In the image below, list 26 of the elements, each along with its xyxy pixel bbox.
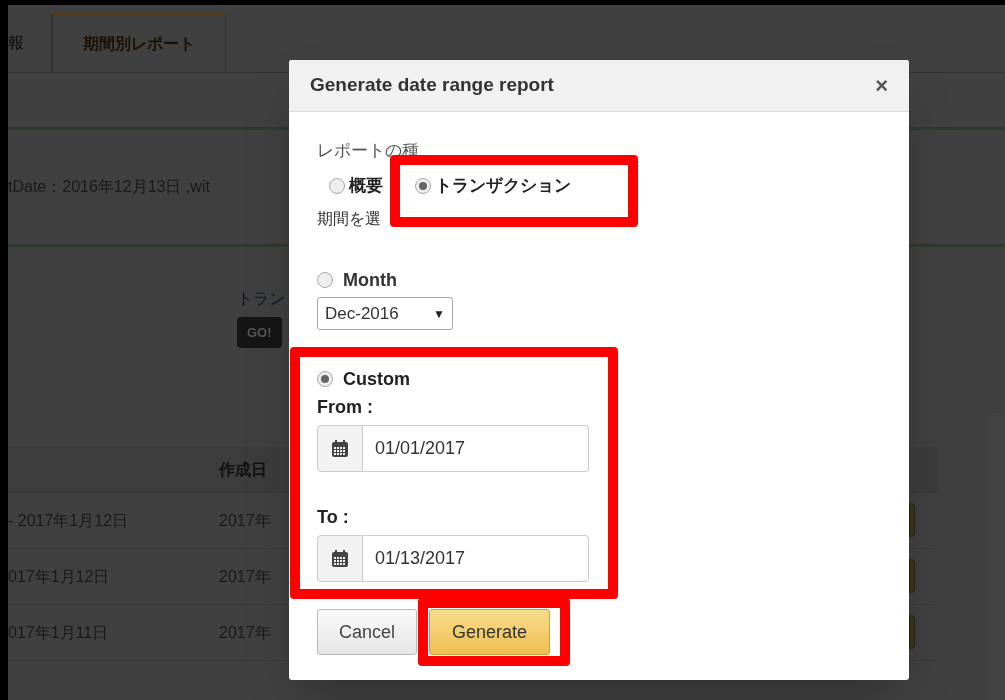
close-button[interactable]: × xyxy=(875,74,888,97)
radio-label: Month xyxy=(343,268,397,292)
field-label: To : xyxy=(317,506,350,529)
date-field[interactable]: 01/01/2017 xyxy=(363,425,589,472)
radio-button[interactable] xyxy=(317,371,333,387)
calendar-icon xyxy=(330,548,350,569)
radio-label: Custom xyxy=(343,367,410,391)
month-select[interactable]: Dec-2016 ▼ xyxy=(317,297,453,330)
row-button[interactable] xyxy=(909,503,915,537)
caret-icon: ▼ xyxy=(433,304,445,323)
calendar-icon xyxy=(330,438,350,459)
date-field[interactable]: 01/13/2017 xyxy=(363,535,589,582)
calendar-button[interactable] xyxy=(317,425,363,472)
row-button[interactable] xyxy=(909,615,915,649)
calendar-button[interactable] xyxy=(317,535,363,582)
radio-button[interactable] xyxy=(415,178,431,194)
radio-label: 概要 xyxy=(349,175,383,198)
cancel-button[interactable]: Cancel xyxy=(317,609,417,655)
row-button[interactable] xyxy=(909,559,915,593)
dialog-title: Generate date range report xyxy=(310,73,554,98)
radio-button[interactable] xyxy=(329,178,345,194)
field-label: From : xyxy=(317,396,374,419)
section-label: 期間を選 xyxy=(317,209,382,229)
radio-button[interactable] xyxy=(317,272,333,288)
generate-button[interactable]: Generate xyxy=(429,609,550,655)
radio-label: トランザクション xyxy=(435,175,571,198)
